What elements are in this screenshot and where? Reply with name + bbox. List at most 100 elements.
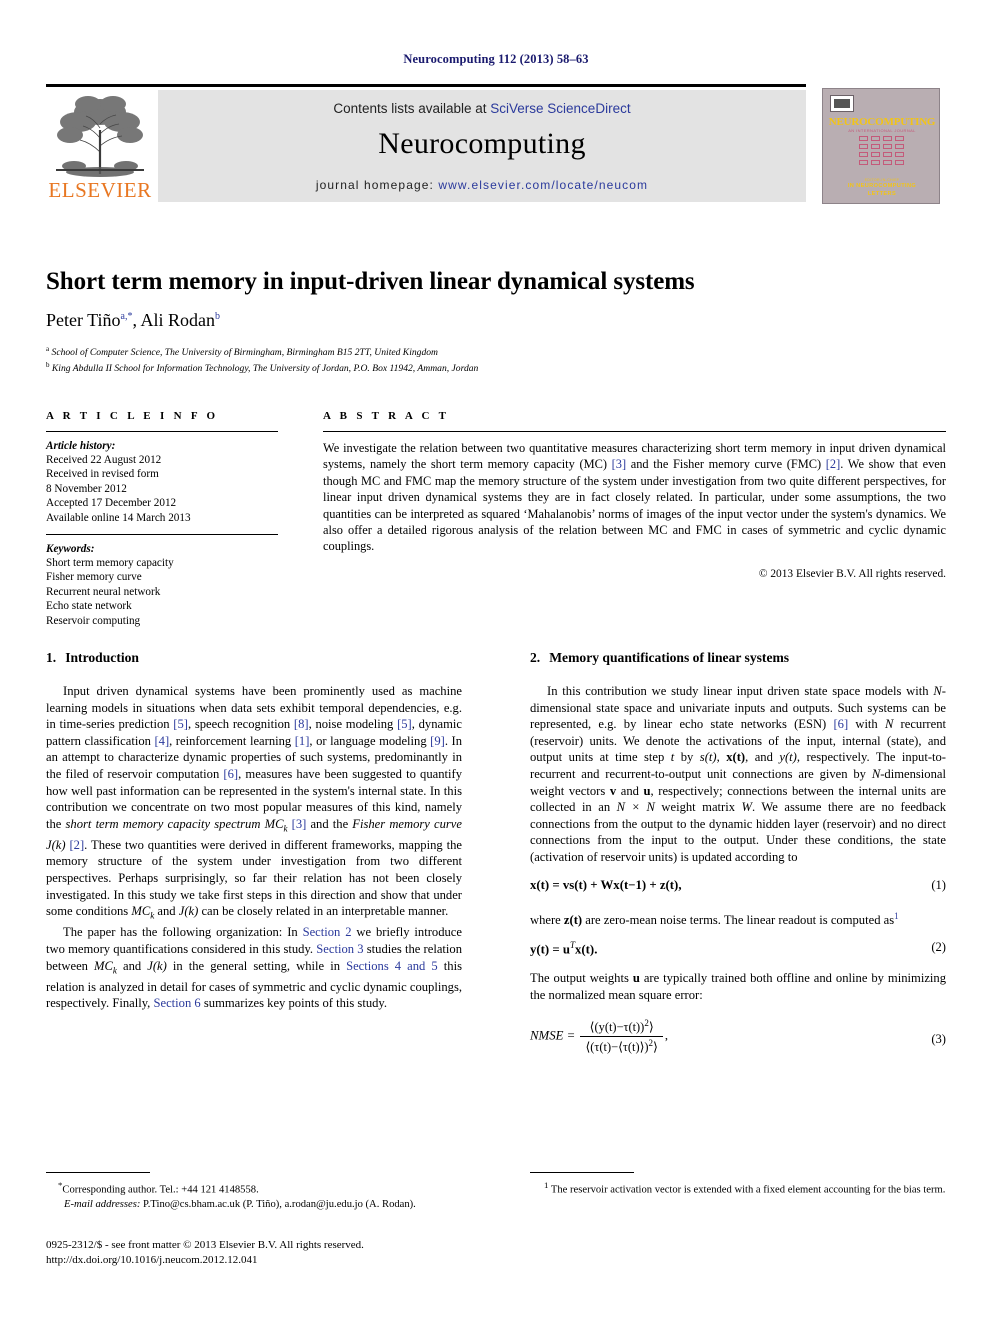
- term-jk: J(k): [147, 958, 167, 973]
- page-title: Short term memory in input-driven linear…: [46, 268, 695, 295]
- corresponding-author-text: Corresponding author. Tel.: +44 121 4148…: [62, 1184, 259, 1196]
- article-history-item: Accepted 17 December 2012: [46, 497, 177, 510]
- article-info-heading: A R T I C L E I N F O: [46, 410, 219, 422]
- equation-2-body: y(t) = uTx(t).: [530, 940, 597, 957]
- sciencedirect-link[interactable]: SciVerse ScienceDirect: [490, 101, 630, 116]
- term-mc-spectrum: short term memory capacity spectrum MC: [65, 816, 284, 831]
- citation-ref-2[interactable]: [2]: [826, 457, 840, 471]
- affiliation-b: b King Abdulla II School for Information…: [46, 359, 946, 375]
- author-name-1: Peter Tiño: [46, 310, 121, 330]
- journal-homepage-link[interactable]: www.elsevier.com/locate/neucom: [438, 178, 648, 192]
- equation-3-numerator-main: ⟨(y(t)−τ(t)): [589, 1019, 645, 1034]
- section-2-heading: 2. Memory quantifications of linear syste…: [530, 650, 946, 666]
- equation-3-fraction: ⟨(y(t)−τ(t))2⟩ ⟨(τ(t)−⟨τ(t)⟩)2⟩: [580, 1018, 663, 1055]
- keyword-item: Recurrent neural network: [46, 585, 161, 598]
- affiliation-a-mark: a: [46, 345, 50, 353]
- footnote-right: 1 The reservoir activation vector is ext…: [530, 1172, 946, 1198]
- equation-1-row: x(t) = vs(t) + Wx(t−1) + z(t), (1): [530, 878, 946, 896]
- text-part: , speech recognition: [187, 717, 294, 732]
- email-note: E-mail addresses: P.Tino@cs.bham.ac.uk (…: [46, 1198, 462, 1212]
- equation-2-row: y(t) = uTx(t). (2): [530, 940, 946, 958]
- link-section-6[interactable]: Section 6: [153, 996, 200, 1010]
- masthead-banner: Contents lists available at SciVerse Sci…: [158, 90, 806, 202]
- link-sections-4-and-5[interactable]: Sections 4 and 5: [346, 959, 438, 973]
- text-part: In this contribution we study linear inp…: [547, 684, 934, 698]
- citation-ref-6[interactable]: [6]: [223, 767, 238, 781]
- author-2-marks: b: [215, 311, 220, 322]
- symbol-s-of-t: s(t): [699, 750, 717, 765]
- symbol-u: u: [643, 783, 651, 798]
- section-1-paragraph-2: The paper has the following organization…: [46, 924, 462, 1011]
- link-section-2[interactable]: Section 2: [303, 925, 352, 939]
- abstract-rule: [323, 431, 946, 432]
- citation-ref-9[interactable]: [9]: [430, 734, 445, 748]
- link-section-3[interactable]: Section 3: [316, 942, 363, 956]
- footnote-1-text: The reservoir activation vector is exten…: [550, 1184, 946, 1196]
- article-history-item: Received in revised form: [46, 468, 159, 481]
- section-1-paragraph-1: Input driven dynamical systems have been…: [46, 683, 462, 924]
- citation-ref-5[interactable]: [5]: [173, 717, 188, 731]
- running-head: Neurocomputing 112 (2013) 58–63: [403, 52, 589, 66]
- equation-3-denominator-main: ⟨(τ(t)−⟨τ(t)⟩): [585, 1039, 649, 1054]
- section-2-paragraph-3: The output weights u are typically train…: [530, 970, 946, 1003]
- article-history-item: Available online 14 March 2013: [46, 511, 191, 524]
- cover-title: NEUROCOMPUTING: [828, 116, 936, 128]
- footnote-left-rule: [46, 1172, 150, 1173]
- equation-3-number: (3): [931, 1031, 946, 1046]
- equation-3-trailing-comma: ,: [664, 1028, 669, 1043]
- equation-3-numerator-close: ⟩: [648, 1019, 654, 1034]
- article-history-item: 8 November 2012: [46, 482, 127, 495]
- journal-cover-thumbnail[interactable]: NEUROCOMPUTING AN INTERNATIONAL JOURNAL …: [822, 88, 940, 204]
- citation-ref-6[interactable]: [6]: [833, 717, 848, 731]
- symbol-z-of-t: z(t): [563, 912, 583, 927]
- body-column-right: 2. Memory quantifications of linear syste…: [530, 650, 946, 1067]
- text-part: ,: [716, 750, 727, 765]
- keyword-item: Fisher memory curve: [46, 571, 142, 584]
- term-mc: MC: [131, 904, 151, 919]
- equation-2-rhs: x(t).: [575, 942, 598, 957]
- elsevier-wordmark: ELSEVIER: [48, 178, 152, 202]
- journal-masthead: ELSEVIER Contents lists available at Sci…: [46, 84, 946, 204]
- text-part: , or language modeling: [309, 733, 431, 748]
- citation-ref-8[interactable]: [8]: [294, 717, 309, 731]
- equation-3-body: NMSE = ⟨(y(t)−τ(t))2⟩ ⟨(τ(t)−⟨τ(t)⟩)2⟩ ,: [530, 1018, 668, 1055]
- section-1-title: Introduction: [65, 650, 139, 665]
- footnote-marker-1[interactable]: 1: [894, 911, 899, 921]
- term-jk: J(k): [178, 904, 199, 919]
- text-part: and the: [306, 816, 353, 831]
- abstract-column: A B S T R A C T We investigate the relat…: [323, 410, 946, 580]
- equation-3-lhs: NMSE =: [530, 1028, 576, 1043]
- affiliation-b-mark: b: [46, 361, 50, 370]
- footnote-right-rule: [530, 1172, 634, 1173]
- imprint-issn-line: 0925-2312/$ - see front matter © 2013 El…: [46, 1239, 364, 1251]
- email-value: P.Tino@cs.bham.ac.uk (P. Tiño), a.rodan@…: [140, 1198, 416, 1210]
- text-part: and: [154, 904, 179, 919]
- body-column-left: 1. Introduction Input driven dynamical sy…: [46, 650, 462, 1012]
- citation-ref-3[interactable]: [3]: [292, 817, 307, 831]
- symbol-x-of-t: x(t): [726, 750, 746, 765]
- corresponding-author-note: *Corresponding author. Tel.: +44 121 414…: [46, 1178, 462, 1198]
- keyword-item: Echo state network: [46, 600, 132, 613]
- article-info-column: A R T I C L E I N F O Article history: R…: [46, 410, 278, 628]
- abstract-copyright: © 2013 Elsevier B.V. All rights reserved…: [758, 567, 946, 580]
- symbol-W: W: [741, 800, 753, 815]
- paper-page: Neurocomputing 112 (2013) 58–63 ELSEVIER…: [0, 0, 992, 1323]
- symbol-NxN: N × N: [616, 800, 655, 815]
- keyword-item: Short term memory capacity: [46, 557, 174, 570]
- section-2-paragraph-2: where z(t) are zero-mean noise terms. Th…: [530, 908, 946, 929]
- section-1-number: 1.: [46, 650, 57, 665]
- text-part: , and: [745, 750, 780, 765]
- equation-3-denominator: ⟨(τ(t)−⟨τ(t)⟩)2⟩: [580, 1037, 662, 1055]
- keyword-item: Reservoir computing: [46, 614, 141, 627]
- article-history-item: Received 22 August 2012: [46, 454, 162, 466]
- citation-ref-5[interactable]: [5]: [397, 717, 412, 731]
- citation-ref-1[interactable]: [1]: [295, 734, 310, 748]
- citation-ref-4[interactable]: [4]: [154, 734, 169, 748]
- equation-1-number: (1): [931, 877, 946, 892]
- citation-ref-2[interactable]: [2]: [69, 838, 84, 852]
- equation-2-number: (2): [931, 940, 946, 955]
- cover-footer-line1: IN NEUROCOMPUTING: [847, 183, 917, 189]
- text-part: are zero-mean noise terms. The linear re…: [582, 912, 895, 927]
- contents-prefix: Contents lists available at: [333, 101, 491, 116]
- citation-ref-3[interactable]: [3]: [612, 457, 626, 471]
